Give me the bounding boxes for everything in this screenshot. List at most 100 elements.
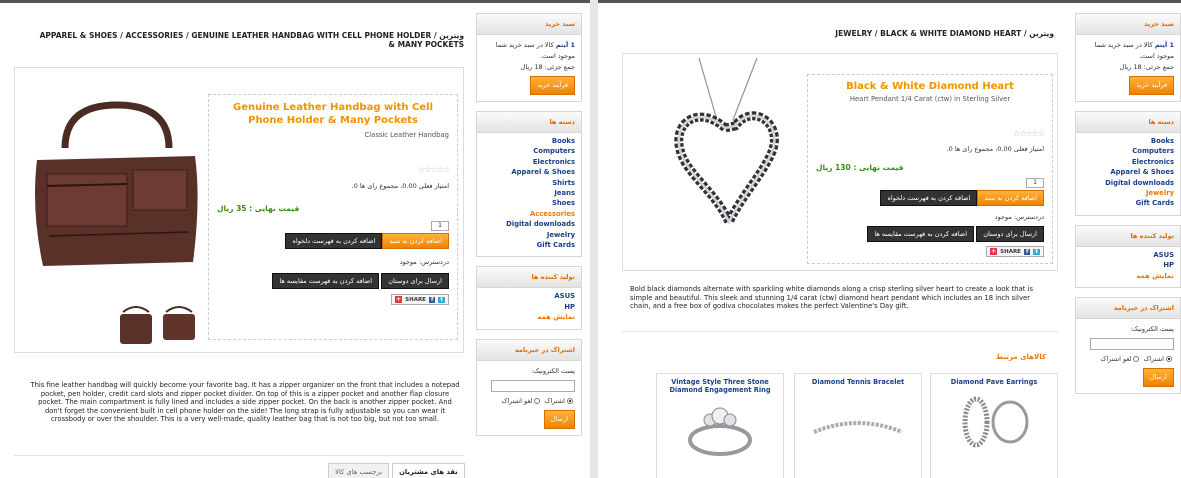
add-to-cart-button[interactable]: اضافه کردن به سبد [382,233,449,249]
newsletter-email-label: پست الکترونیک: [531,366,575,375]
checkout-button[interactable]: فرآیند خرید [530,76,575,95]
category-jewelry[interactable]: Jewelry [1082,188,1174,198]
cart-count[interactable]: 1 آیتم [556,41,575,49]
categories-title: دسته ها [477,112,581,133]
category-apparel-shoes[interactable]: Apparel & Shoes [483,167,575,177]
subscribe-label: اشتراک [544,396,565,405]
thumbnail-1[interactable] [117,302,155,346]
category-electronics[interactable]: Electronics [1082,157,1174,167]
divider [14,455,464,456]
email-friend-button[interactable]: ارسال برای دوستان [381,273,449,289]
add-to-compare-button[interactable]: اضافه کردن به فهرست مقایسه ها [867,226,975,242]
checkout-button[interactable]: فرآیند خرید [1129,76,1174,95]
category-jeans[interactable]: Jeans [483,188,575,198]
product-short-description: Classic Leather Handbag [364,131,449,139]
left-panel: ویترین / APPAREL & SHOES / ACCESSORIES /… [0,0,590,478]
breadcrumb-path: APPAREL & SHOES / ACCESSORIES / GENUINE … [39,31,464,49]
share-button[interactable]: + SHARE f t [986,246,1044,257]
facebook-icon[interactable]: f [428,296,436,303]
manufacturer-hp[interactable]: HP [1082,260,1174,270]
tab-product-tags[interactable]: برچسب های کالا [328,463,390,478]
tab-customer-reviews[interactable]: نقد های مشتریان [392,463,465,478]
categories-block: دسته ها Books Computers Electronics Appa… [1075,111,1181,216]
related-product-card[interactable]: Diamond Tennis Bracelet [794,373,922,478]
panel-divider [590,0,598,478]
unsubscribe-radio[interactable] [534,397,541,404]
breadcrumb-path: JEWELRY / BLACK & WHITE DIAMOND HEART [835,29,1022,38]
category-shoes[interactable]: Shoes [483,198,575,208]
category-gift-cards[interactable]: Gift Cards [483,240,575,250]
related-product-image[interactable] [954,392,1034,452]
related-product-card[interactable]: Vintage Style Three Stone Diamond Engage… [656,373,784,478]
category-computers[interactable]: Computers [483,146,575,156]
related-product-title[interactable]: Vintage Style Three Stone Diamond Engage… [657,378,783,394]
subscribe-radio[interactable] [567,397,573,404]
manufacturers-view-all[interactable]: نمایش همه [483,312,575,322]
quantity-input[interactable]: 1 [431,221,449,231]
related-product-card[interactable]: Diamond Pave Earrings [930,373,1058,478]
cart-count[interactable]: 1 آیتم [1155,41,1174,49]
category-gift-cards[interactable]: Gift Cards [1082,198,1174,208]
newsletter-title: اشتراک در خبرنامه [477,339,581,361]
add-to-cart-button[interactable]: اضافه کردن به سبد [977,190,1044,206]
product-title: Genuine Leather Handbag with Cell Phone … [233,102,433,126]
cart-block: سبد خرید 1 آیتم کالا در سبد خرید شما موج… [1075,13,1181,102]
product-description: This fine leather handbag will quickly b… [30,381,460,424]
newsletter-email-input[interactable] [1090,338,1174,351]
product-image[interactable] [657,58,793,226]
add-to-wishlist-button[interactable]: اضافه کردن به فهرست دلخواه [285,233,383,249]
product-description: Bold black diamonds alternate with spark… [630,285,1034,311]
cart-subtotal: جمع جزئی: 18 ریال [520,63,575,71]
category-books[interactable]: Books [1082,136,1174,146]
newsletter-submit-button[interactable]: ارسال [1142,368,1174,388]
twitter-icon[interactable]: t [1033,248,1040,255]
related-product-title[interactable]: Diamond Tennis Bracelet [795,378,921,386]
category-computers[interactable]: Computers [1082,146,1174,156]
product-title: Black & White Diamond Heart [846,81,1014,92]
manufacturers-block: تولید کننده ها ASUS HP نمایش همه [1075,224,1181,289]
twitter-icon[interactable]: t [438,296,445,303]
category-apparel-shoes[interactable]: Apparel & Shoes [1082,167,1174,177]
related-product-image[interactable] [670,396,770,460]
sidebar: سبد خرید 1 آیتم کالا در سبد خرید شما موج… [1075,13,1181,403]
share-button[interactable]: + SHARE f t [391,294,449,305]
manufacturer-asus[interactable]: ASUS [483,291,575,301]
facebook-icon[interactable]: f [1023,248,1031,255]
cart-subtotal: جمع جزئی: 18 ریال [1119,63,1174,71]
unsubscribe-radio[interactable] [1133,356,1140,363]
product-price: قیمت نهایی : 35 ریال [217,204,300,213]
availability: دردسترس: موجود [399,258,449,266]
category-jewelry[interactable]: Jewelry [483,230,575,240]
manufacturer-hp[interactable]: HP [483,302,575,312]
manufacturers-view-all[interactable]: نمایش همه [1082,271,1174,281]
rating-stars[interactable]: ☆☆☆☆☆ [816,129,1045,138]
cart-title: سبد خرید [1076,14,1180,35]
category-shirts[interactable]: Shirts [483,178,575,188]
email-friend-button[interactable]: ارسال برای دوستان [976,226,1044,242]
category-electronics[interactable]: Electronics [483,157,575,167]
quantity-input[interactable]: 1 [1026,178,1044,188]
thumbnail-2[interactable] [160,302,198,346]
subscribe-radio[interactable] [1166,356,1172,363]
category-digital-downloads[interactable]: Digital downloads [1082,178,1174,188]
product-overview: Black & White Diamond Heart Heart Pendan… [622,53,1058,271]
breadcrumb-home[interactable]: ویترین / [1024,29,1054,38]
related-product-image[interactable] [808,392,908,452]
related-products-title: کالاهای مرتبط [996,353,1046,361]
breadcrumb-home[interactable]: ویترین / [434,31,464,40]
newsletter-submit-button[interactable]: ارسال [543,409,575,429]
share-label: SHARE [405,296,426,303]
product-image[interactable] [25,100,207,270]
category-accessories[interactable]: Accessories [483,209,575,219]
add-to-compare-button[interactable]: اضافه کردن به فهرست مقایسه ها [272,273,380,289]
newsletter-email-input[interactable] [491,379,575,392]
related-product-title[interactable]: Diamond Pave Earrings [931,378,1057,386]
add-to-wishlist-button[interactable]: اضافه کردن به فهرست دلخواه [880,190,978,206]
manufacturer-asus[interactable]: ASUS [1082,250,1174,260]
manufacturers-title: تولید کننده ها [1076,225,1180,247]
category-books[interactable]: Books [483,136,575,146]
rating-stars[interactable]: ☆☆☆☆☆ [217,165,450,174]
categories-title: دسته ها [1076,112,1180,133]
newsletter-email-label: پست الکترونیک: [1130,325,1174,334]
category-digital-downloads[interactable]: Digital downloads [483,219,575,229]
